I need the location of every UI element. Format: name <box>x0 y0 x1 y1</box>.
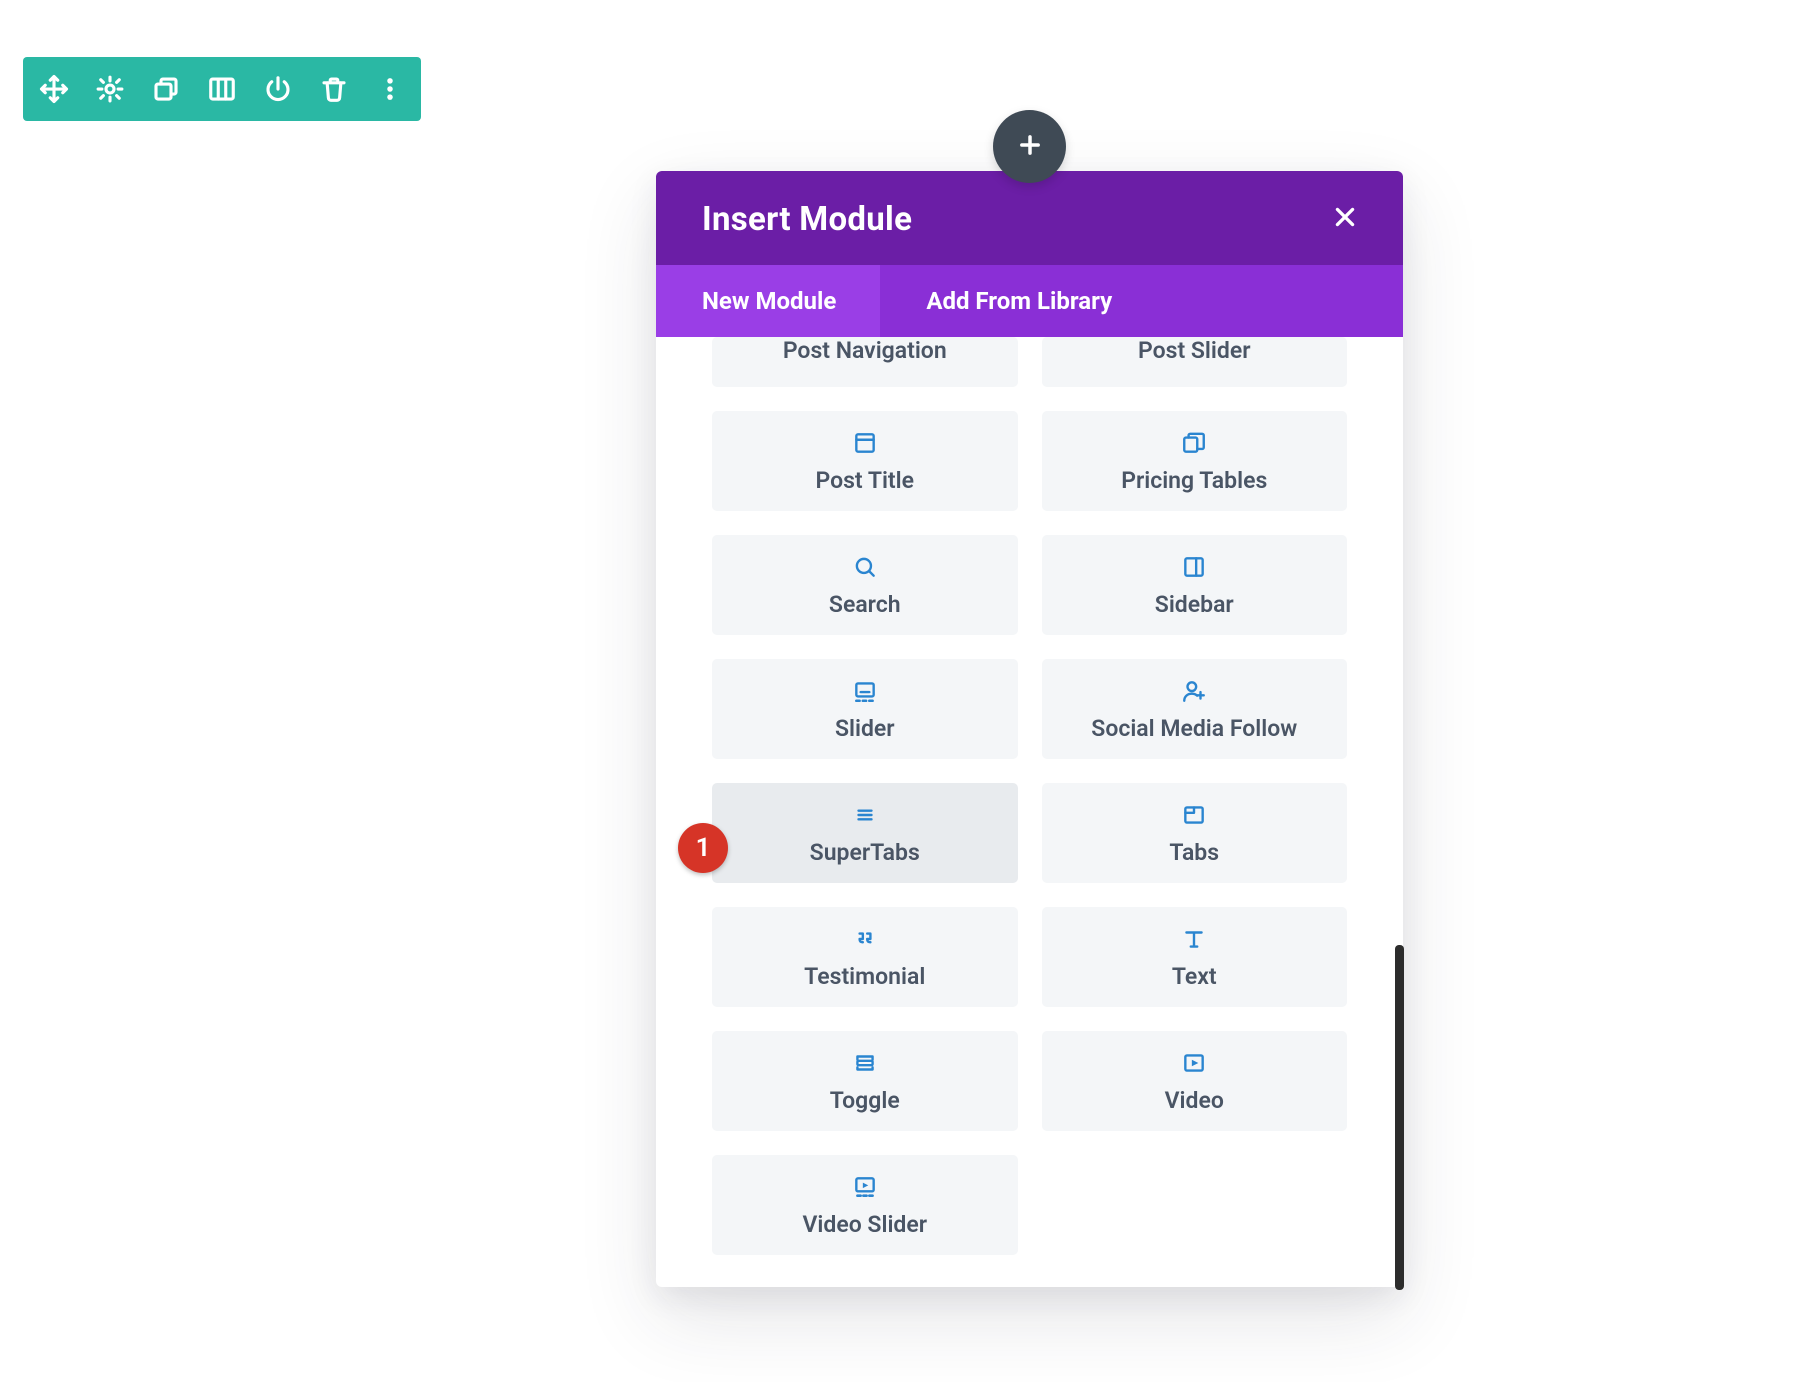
gear-icon[interactable] <box>93 72 127 106</box>
search-icon <box>851 553 879 581</box>
play-icon <box>1180 1049 1208 1077</box>
modal-header: Insert Module <box>656 171 1403 265</box>
tab-add-from-library[interactable]: Add From Library <box>880 265 1156 337</box>
plus-icon <box>1016 131 1044 163</box>
module-post-title[interactable]: Post Title <box>712 411 1018 511</box>
module-grid: Post Navigation Post Slider Post Title P… <box>712 337 1347 1255</box>
module-video-slider[interactable]: Video Slider <box>712 1155 1018 1255</box>
module-pricing-tables[interactable]: Pricing Tables <box>1042 411 1348 511</box>
module-label: Toggle <box>830 1087 900 1114</box>
modal-close-button[interactable] <box>1325 199 1365 239</box>
sidebar-icon <box>1180 553 1208 581</box>
module-social-media-follow[interactable]: Social Media Follow <box>1042 659 1348 759</box>
module-toggle[interactable]: Toggle <box>712 1031 1018 1131</box>
module-post-slider[interactable]: Post Slider <box>1042 337 1348 387</box>
text-icon <box>1180 925 1208 953</box>
module-post-navigation[interactable]: Post Navigation <box>712 337 1018 387</box>
module-label: Video Slider <box>802 1211 927 1238</box>
module-text[interactable]: Text <box>1042 907 1348 1007</box>
kebab-icon[interactable] <box>373 72 407 106</box>
module-testimonial[interactable]: Testimonial <box>712 907 1018 1007</box>
annotation-number: 1 <box>696 833 711 863</box>
module-label: Testimonial <box>804 963 925 990</box>
module-sidebar[interactable]: Sidebar <box>1042 535 1348 635</box>
quote-icon <box>851 925 879 953</box>
module-label: Search <box>829 591 901 618</box>
module-label: Text <box>1172 963 1217 990</box>
module-supertabs[interactable]: SuperTabs <box>712 783 1018 883</box>
tab-new-module[interactable]: New Module <box>656 265 880 337</box>
tab-icon <box>1180 801 1208 829</box>
modal-body: Post Navigation Post Slider Post Title P… <box>656 337 1403 1287</box>
modal-title: Insert Module <box>702 200 912 239</box>
lines-icon <box>851 801 879 829</box>
module-search[interactable]: Search <box>712 535 1018 635</box>
close-icon <box>1332 204 1358 234</box>
module-label: Post Slider <box>1138 337 1250 364</box>
person-plus-icon <box>1180 677 1208 705</box>
play-bar-icon <box>851 1173 879 1201</box>
move-icon[interactable] <box>37 72 71 106</box>
trash-icon[interactable] <box>317 72 351 106</box>
module-video[interactable]: Video <box>1042 1031 1348 1131</box>
power-icon[interactable] <box>261 72 295 106</box>
duplicate-icon[interactable] <box>149 72 183 106</box>
columns-icon[interactable] <box>205 72 239 106</box>
slider-icon <box>851 677 879 705</box>
module-label: Social Media Follow <box>1091 715 1297 742</box>
module-label: Post Title <box>815 467 914 494</box>
cards-icon <box>1180 429 1208 457</box>
module-label: Post Navigation <box>783 337 947 364</box>
builder-toolbar <box>23 57 421 121</box>
module-label: Tabs <box>1169 839 1219 866</box>
scrollbar-thumb[interactable] <box>1395 945 1404 1290</box>
annotation-badge-1: 1 <box>678 823 728 873</box>
rows-icon <box>851 1049 879 1077</box>
window-icon <box>851 429 879 457</box>
insert-module-modal: Insert Module New Module Add From Librar… <box>656 171 1403 1287</box>
module-tabs[interactable]: Tabs <box>1042 783 1348 883</box>
modal-tabs: New Module Add From Library <box>656 265 1403 337</box>
module-label: SuperTabs <box>810 839 920 866</box>
module-label: Sidebar <box>1155 591 1234 618</box>
add-module-button[interactable] <box>993 110 1066 183</box>
module-label: Video <box>1165 1087 1224 1114</box>
module-label: Slider <box>835 715 895 742</box>
module-slider[interactable]: Slider <box>712 659 1018 759</box>
module-label: Pricing Tables <box>1121 467 1267 494</box>
